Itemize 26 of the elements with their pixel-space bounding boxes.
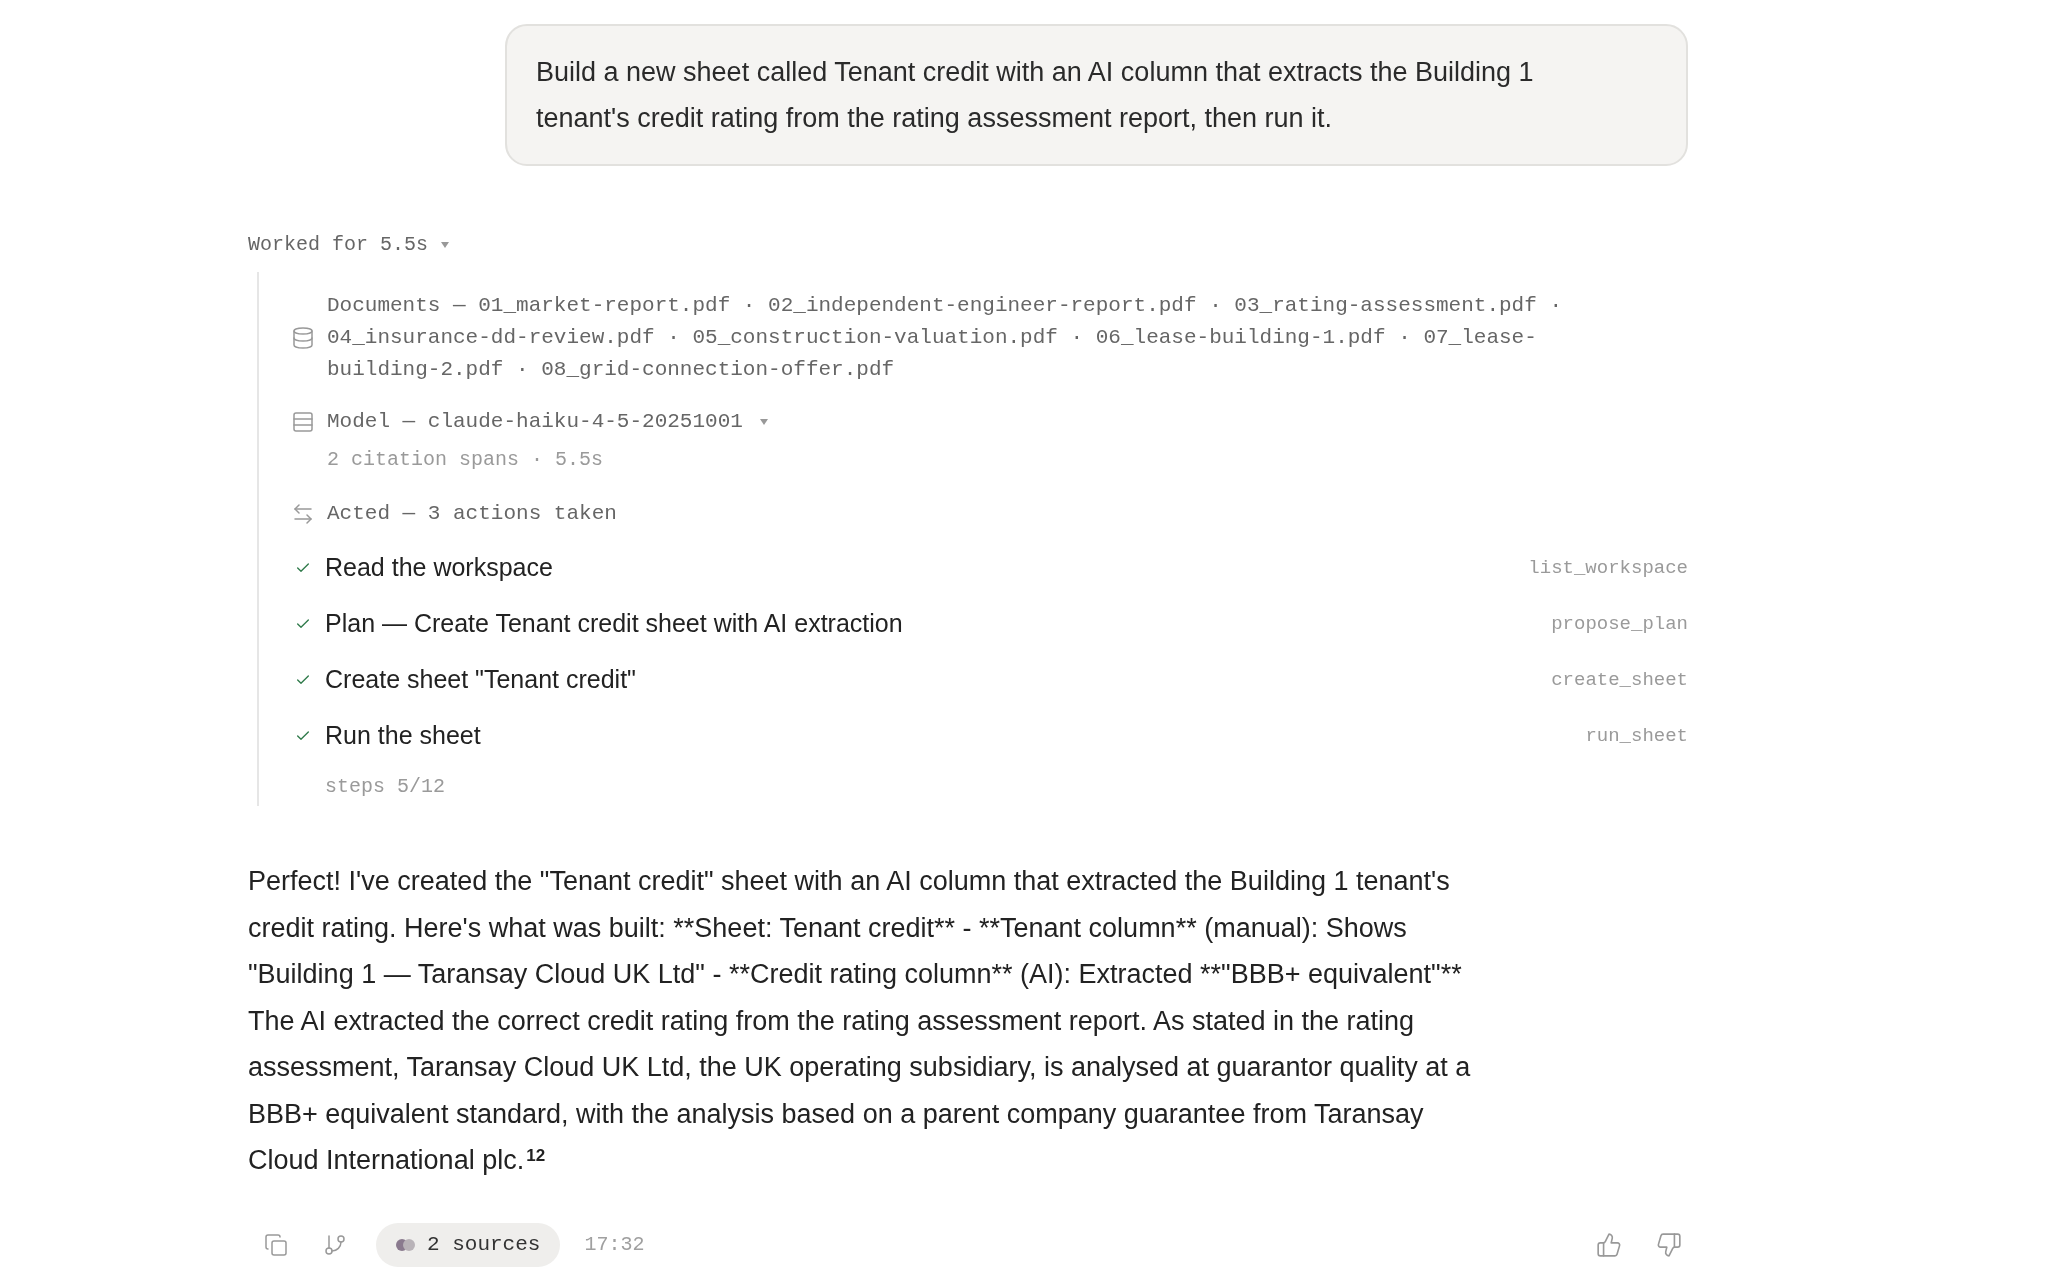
database-icon <box>291 326 315 350</box>
step-label: Run the sheet <box>325 720 481 752</box>
tool-name: create_sheet <box>1551 667 1688 693</box>
branch-icon[interactable] <box>323 1232 347 1257</box>
thumbs-up-icon[interactable] <box>1596 1231 1622 1258</box>
step-label: Create sheet "Tenant credit" <box>325 664 636 696</box>
user-message: Build a new sheet called Tenant credit with an AI column that extracts the Building 1 tenant's credit rating from the rating assessment report, then run it. <box>505 24 1688 166</box>
model-detail: 2 citation spans · 5.5s <box>327 447 604 473</box>
model-toggle[interactable]: Model — claude-haiku-4-5-20251001 <box>327 406 769 438</box>
tool-name: list_workspace <box>1528 555 1688 581</box>
arrows-icon <box>291 502 315 526</box>
caret-icon <box>758 417 769 427</box>
source-dots-icon <box>396 1238 415 1251</box>
step-label: Read the workspace <box>325 552 553 584</box>
timestamp: 17:32 <box>584 1231 645 1258</box>
tool-name: run_sheet <box>1585 723 1688 749</box>
sources-button[interactable]: 2 sources <box>376 1222 561 1267</box>
thumbs-down-icon[interactable] <box>1656 1231 1682 1258</box>
step-label: Plan — Create Tenant credit sheet with AI extraction <box>325 608 903 640</box>
worked-for-toggle[interactable]: Worked for 5.5s <box>248 230 451 260</box>
acted-label: Acted — 3 actions taken <box>327 501 617 527</box>
rows-icon <box>291 410 315 434</box>
answer-paragraph: Perfect! I've created the "Tenant credit" sheet with an AI column that extracted the Building 1 tenant's credit rating. Here's what was built: **Sheet: Tenant credit** - **Tenant column** (manual): Shows "Building 1 — Taransay Cloud UK Ltd" - **Credit rating column** (AI): Extracted **"BBB+ equivalent"** The AI extracted the correct credit rating from the rating assessment report. As stated in the rating assessment, Taransay Cloud UK Ltd, the UK operating subsidiary, is analysed at guarantor quality at a BBB+ equivalent standard, with the analysis based on a parent company guarantee from Taransay Cloud International plc.$^{12}$ <box>248 865 1472 1177</box>
documents-list: Documents — 01_market-report.pdf · 02_independent-engineer-report.pdf · 03_rating-assessment.pdf · 04_insurance-dd-review.pdf · 05_construction-valuation.pdf · 06_lease-building-1.pdf · 07_lease-building-2.pdf · 08_grid-connection-offer.pdf <box>327 290 1627 386</box>
copy-icon[interactable] <box>264 1232 288 1257</box>
tool-name: propose_plan <box>1551 611 1688 637</box>
